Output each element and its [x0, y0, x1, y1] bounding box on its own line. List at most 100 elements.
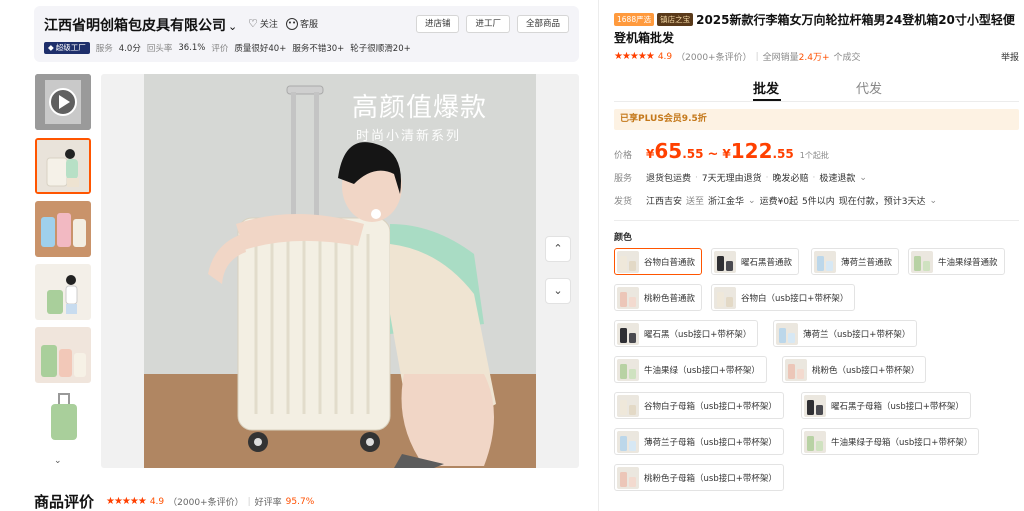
customer-service-button[interactable]: •• 客服: [286, 17, 318, 30]
product-rating: 4.9: [657, 51, 673, 62]
color-option[interactable]: 谷物白普通款: [614, 248, 703, 275]
heart-icon: ♡: [248, 17, 258, 30]
eval-tag[interactable]: 轮子很顺滑20+: [350, 42, 410, 54]
suitcase-thumbnail-image: [35, 201, 91, 257]
color-option-label: 薄荷兰子母箱（usb接口+带杯架）: [644, 437, 777, 448]
shop-actions: 进店铺 进工厂 全部商品: [415, 15, 569, 33]
currency-symbol: ¥: [722, 147, 731, 161]
color-option[interactable]: 牛油果绿普通款: [908, 248, 1005, 275]
color-swatch-image: [804, 430, 826, 453]
banner-subtitle: 时尚小清新系列: [356, 129, 462, 144]
dot-separator: ·: [695, 172, 698, 183]
chevron-down-icon[interactable]: ⌄: [54, 456, 62, 466]
shield-icon: ◆: [48, 43, 54, 52]
sales-label: 全网销量: [762, 53, 799, 63]
chevron-down-icon: ⌄: [228, 20, 238, 33]
chevron-down-icon[interactable]: ⌄: [545, 278, 571, 304]
service-item: 退货包运费: [646, 174, 692, 184]
eval-tag[interactable]: 服务不错30+: [292, 42, 344, 54]
color-swatch-image: [617, 430, 639, 453]
chevron-up-icon[interactable]: ⌃: [545, 236, 571, 262]
ship-lead-time: 现在付款，预计3天达: [838, 197, 926, 207]
positive-rate-label: 好评率: [254, 498, 282, 508]
reviews-rating: 4.9: [149, 496, 165, 507]
color-option[interactable]: 牛油果绿（usb接口+带杯架）: [614, 356, 767, 383]
shipping-row: 发货 江西吉安 送至 浙江金华 ⌄ 运费¥0起 5件以内 现在付款，预计3天达 …: [614, 194, 938, 208]
eval-tag[interactable]: 质量很好40+: [234, 42, 286, 54]
color-option[interactable]: 桃粉色普通款: [614, 284, 703, 311]
suitcase-thumbnail-image: [37, 140, 89, 192]
service-row[interactable]: 服务 退货包运费 · 7天无理由退货 · 晚发必赔 · 极速退款 ⌄: [614, 171, 867, 185]
tab-dropship[interactable]: 代发: [856, 78, 882, 97]
color-option[interactable]: 桃粉色子母箱（usb接口+带杯架）: [614, 464, 784, 491]
plus-member-bar: 已享PLUS会员9.5折: [614, 109, 1019, 130]
price-low-int: 65: [654, 139, 683, 163]
color-option[interactable]: 牛油果绿子母箱（usb接口+带杯架）: [801, 428, 980, 455]
reviews-count[interactable]: （2000+条评价）: [168, 495, 243, 508]
main-product-image[interactable]: 高颜值爆款 时尚小清新系列 ⌃ ⌄: [101, 74, 579, 468]
color-option-label: 牛油果绿（usb接口+带杯架）: [644, 365, 760, 376]
price-row: 价格 ¥ 65 .55 ~ ¥ 122 .55 1个起批: [614, 139, 829, 163]
shop-name-text: 江西省明创箱包皮具有限公司: [44, 18, 226, 34]
thumbnail-item[interactable]: [35, 327, 91, 383]
ship-destination[interactable]: 浙江金华: [708, 194, 744, 207]
chevron-down-icon: ⌄: [859, 172, 867, 183]
color-option[interactable]: 薄荷兰普通款: [811, 248, 900, 275]
color-option-label: 薄荷兰普通款: [841, 257, 893, 268]
report-link[interactable]: 举报: [1001, 50, 1019, 63]
shop-stats: ◆ 超级工厂 服务 4.0分 回头率 36.1% 评价 质量很好40+ 服务不错3…: [44, 42, 411, 54]
service-item: 晚发必赔: [772, 174, 809, 184]
enter-shop-button[interactable]: 进店铺: [415, 15, 460, 33]
follow-button[interactable]: ♡ 关注: [248, 17, 278, 30]
video-thumbnail[interactable]: [35, 74, 91, 130]
product-rating-count[interactable]: （2000+条评价）: [676, 50, 751, 63]
chevron-down-icon[interactable]: ⌄: [930, 196, 938, 206]
color-swatch-image: [814, 250, 836, 273]
positive-rate-value: 95.7%: [285, 496, 315, 507]
color-option[interactable]: 谷物白子母箱（usb接口+带杯架）: [614, 392, 784, 419]
chevron-down-icon[interactable]: ⌄: [748, 196, 756, 206]
product-title: 1688严选 镇店之宝 2025新款行李箱女万向轮拉杆箱男24登机箱20寸小型轻便登…: [614, 11, 1019, 47]
follow-label: 关注: [259, 20, 278, 30]
color-swatch-image: [617, 250, 639, 273]
min-order-qty: 1个起批: [799, 151, 829, 160]
color-option[interactable]: 薄荷兰（usb接口+带杯架）: [773, 320, 918, 347]
tab-wholesale[interactable]: 批发: [753, 78, 779, 97]
color-option-label: 谷物白子母箱（usb接口+带杯架）: [644, 401, 777, 412]
color-option[interactable]: 薄荷兰子母箱（usb接口+带杯架）: [614, 428, 784, 455]
color-swatch-image: [617, 394, 639, 417]
eval-label: 评价: [211, 44, 229, 54]
dot-separator: ·: [765, 172, 769, 183]
enter-factory-button[interactable]: 进工厂: [466, 15, 510, 33]
thumbnail-item[interactable]: [35, 138, 91, 194]
purchase-mode-tabs: 批发 代发: [614, 76, 1019, 102]
sales-value: 2.4万+: [798, 53, 830, 63]
color-option[interactable]: 谷物白（usb接口+带杯架）: [711, 284, 856, 311]
service-item: 7天无理由退货: [701, 174, 762, 184]
service-row-label: 服务: [614, 174, 633, 184]
color-option-label: 牛油果绿普通款: [938, 257, 998, 268]
select-tag: 1688严选: [614, 13, 655, 26]
color-option[interactable]: 曜石黑（usb接口+带杯架）: [614, 320, 759, 347]
thumbnail-item[interactable]: [35, 264, 91, 320]
price-label: 价格: [614, 151, 633, 161]
color-option[interactable]: 曜石黑普通款: [711, 248, 800, 275]
reviews-summary: ★★★★★ 4.9 （2000+条评价） | 好评率 95.7%: [106, 495, 314, 508]
color-swatch-image: [617, 466, 639, 489]
star-rating-icon: ★★★★★: [106, 496, 147, 507]
color-option[interactable]: 曜石黑子母箱（usb接口+带杯架）: [801, 392, 971, 419]
color-option-label: 谷物白（usb接口+带杯架）: [741, 293, 849, 304]
product-photo: 高颜值爆款 时尚小清新系列: [144, 74, 536, 468]
all-products-button[interactable]: 全部商品: [516, 15, 569, 33]
store-treasure-tag: 镇店之宝: [657, 13, 694, 26]
play-icon: [35, 74, 91, 130]
thumbnail-item[interactable]: [35, 390, 91, 446]
thumbnail-item[interactable]: [35, 201, 91, 257]
color-label: 颜色: [614, 233, 633, 243]
service-item: 极速退款: [819, 174, 856, 184]
shop-name[interactable]: 江西省明创箱包皮具有限公司 ⌄: [44, 15, 237, 35]
product-page: 江西省明创箱包皮具有限公司 ⌄ ♡ 关注 •• 客服 进店铺 进工厂 全部商品 ◆…: [0, 0, 1024, 511]
color-option-label: 薄荷兰（usb接口+带杯架）: [803, 329, 911, 340]
color-option[interactable]: 桃粉色（usb接口+带杯架）: [782, 356, 927, 383]
ship-origin: 江西吉安: [646, 197, 683, 207]
